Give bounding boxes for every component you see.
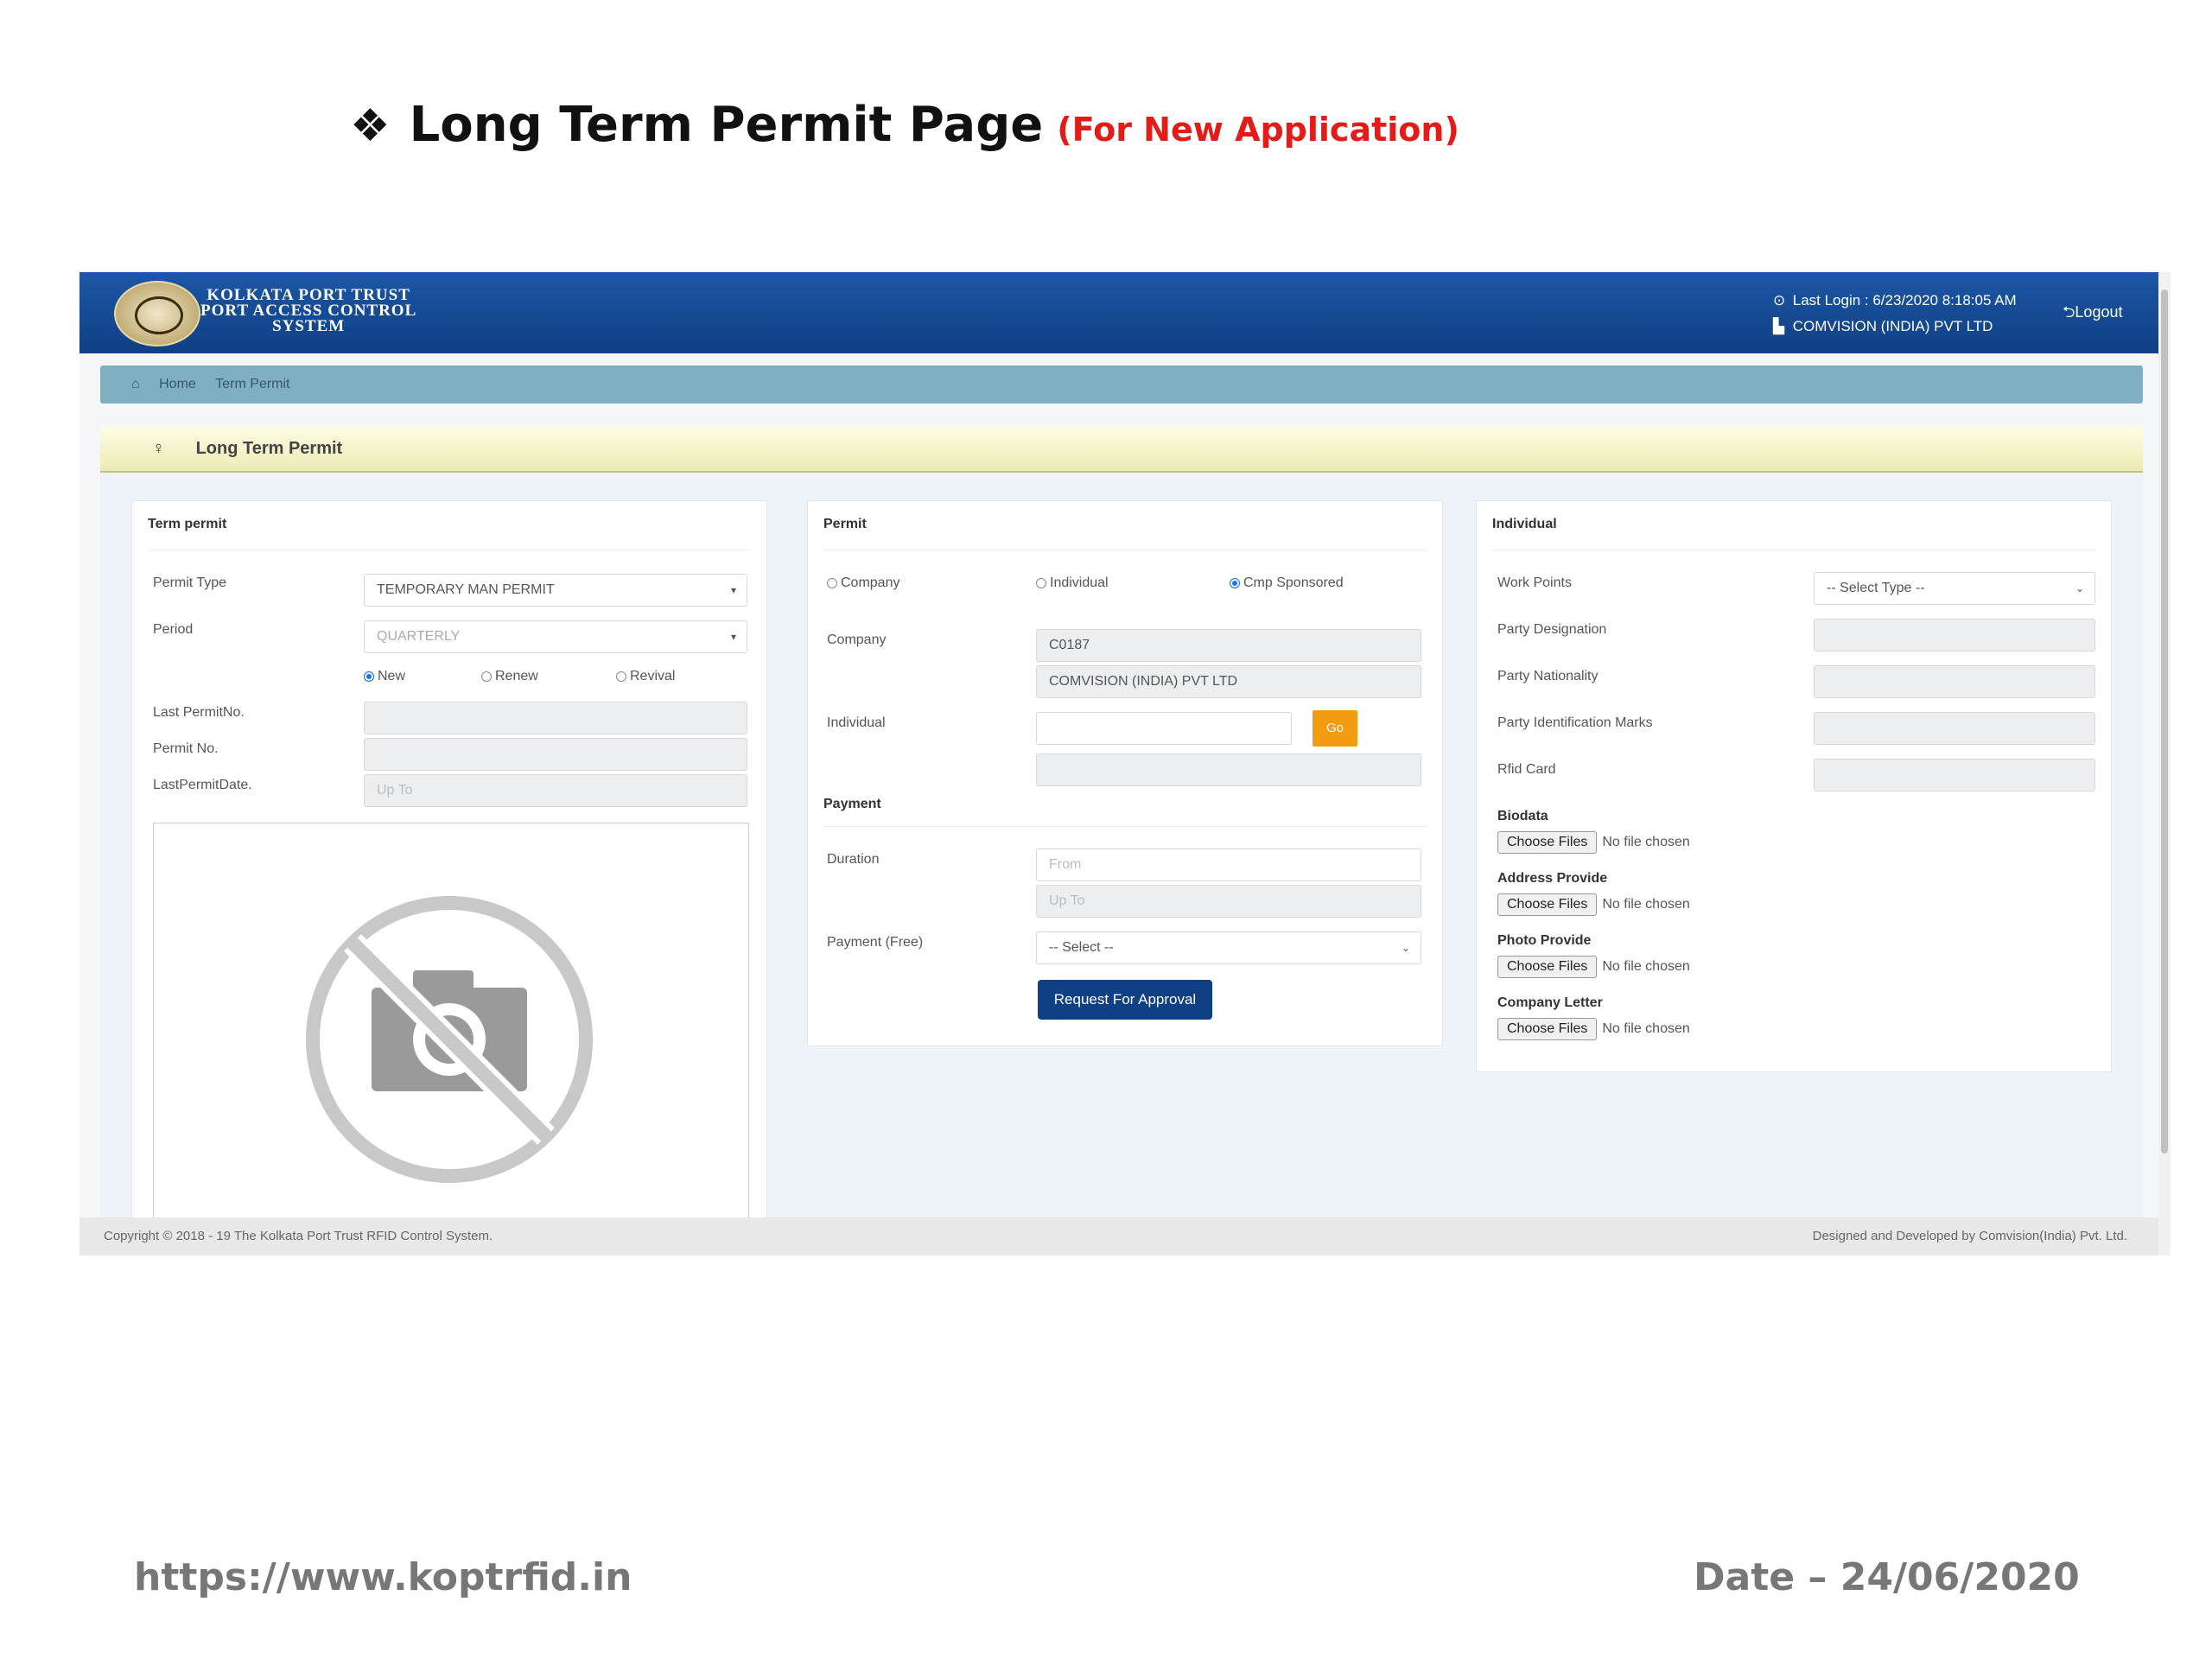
radio-company[interactable]: Company bbox=[827, 575, 899, 591]
last-permit-date-input[interactable]: Up To bbox=[364, 774, 747, 807]
breadcrumb-home[interactable]: ⌂ Home bbox=[116, 377, 196, 391]
address-provide-label: Address Provide bbox=[1497, 871, 1608, 886]
panel-title: ♀ Long Term Permit bbox=[100, 426, 2143, 473]
last-permit-date-label: LastPermitDate. bbox=[153, 778, 252, 792]
slide-url: https://www.koptrfid.in bbox=[134, 1555, 632, 1599]
biodata-label: Biodata bbox=[1497, 809, 1548, 823]
party-identification-input[interactable] bbox=[1814, 712, 2095, 745]
building-icon: ▙ bbox=[1773, 318, 1785, 334]
photo-file-input[interactable]: Choose Files No file chosen bbox=[1497, 956, 1690, 978]
individual-name-input[interactable] bbox=[1036, 753, 1421, 786]
rfid-card-input[interactable] bbox=[1814, 759, 2095, 791]
term-permit-card: Term permit Permit Type TEMPORARY MAN PE… bbox=[131, 500, 767, 1255]
app-window: KOLKATA PORT TRUST PORT ACCESS CONTROL S… bbox=[79, 272, 2158, 1255]
slide-title-text: Long Term Permit Page bbox=[409, 97, 1044, 153]
content-area: Term permit Permit Type TEMPORARY MAN PE… bbox=[100, 473, 2143, 1255]
page-scrollbar[interactable] bbox=[2158, 272, 2171, 1255]
breadcrumb: ⌂ Home Term Permit bbox=[100, 365, 2143, 404]
radio-revival[interactable]: Revival bbox=[616, 669, 675, 684]
photo-provide-label: Photo Provide bbox=[1497, 933, 1592, 948]
last-permit-no-input[interactable] bbox=[364, 702, 747, 734]
go-button[interactable]: Go bbox=[1313, 710, 1357, 747]
radio-cmp-sponsored[interactable]: Cmp Sponsored bbox=[1230, 575, 1344, 591]
address-file-input[interactable]: Choose Files No file chosen bbox=[1497, 893, 1690, 916]
individual-heading: Individual bbox=[1492, 517, 1557, 531]
app-header: KOLKATA PORT TRUST PORT ACCESS CONTROL S… bbox=[79, 272, 2158, 353]
request-for-approval-button[interactable]: Request For Approval bbox=[1038, 980, 1212, 1020]
chevron-down-icon: ⌄ bbox=[2075, 582, 2084, 594]
home-icon: ⌂ bbox=[131, 377, 140, 391]
no-photo-icon bbox=[306, 896, 593, 1183]
individual-label: Individual bbox=[827, 715, 886, 730]
login-info: ⊙ Last Login : 6/23/2020 8:18:05 AM ▙ CO… bbox=[1773, 288, 2017, 340]
party-designation-input[interactable] bbox=[1814, 619, 2095, 652]
permit-no-label: Permit No. bbox=[153, 741, 219, 756]
logout-icon: ⮌ bbox=[2063, 303, 2075, 321]
radio-individual[interactable]: Individual bbox=[1036, 575, 1109, 591]
rfid-card-label: Rfid Card bbox=[1497, 762, 1556, 777]
last-permit-no-label: Last PermitNo. bbox=[153, 705, 245, 720]
bullet-icon: ❖ bbox=[350, 100, 391, 152]
clock-icon: ⊙ bbox=[1773, 292, 1786, 308]
chevron-down-icon: ▾ bbox=[730, 584, 736, 596]
permit-type-label: Permit Type bbox=[153, 575, 227, 590]
chevron-down-icon: ▾ bbox=[730, 631, 736, 643]
duration-label: Duration bbox=[827, 852, 880, 867]
breadcrumb-current: Term Permit bbox=[215, 377, 290, 391]
chevron-down-icon: ⌄ bbox=[1401, 942, 1410, 954]
work-points-label: Work Points bbox=[1497, 575, 1572, 590]
period-select[interactable]: QUARTERLY ▾ bbox=[364, 620, 747, 653]
permit-heading: Permit bbox=[823, 517, 867, 531]
slide-subtitle: (For New Application) bbox=[1057, 111, 1459, 149]
user-icon: ♀ bbox=[152, 439, 165, 458]
photo-preview bbox=[153, 823, 749, 1255]
party-identification-label: Party Identification Marks bbox=[1497, 715, 1653, 730]
payment-heading: Payment bbox=[823, 797, 881, 811]
duration-from-input[interactable]: From bbox=[1036, 849, 1421, 881]
individual-card: Individual Work Points -- Select Type --… bbox=[1476, 500, 2112, 1072]
party-nationality-input[interactable] bbox=[1814, 665, 2095, 698]
company-text: COMVISION (INDIA) PVT LTD bbox=[1792, 318, 1993, 334]
footer-credit: Designed and Developed by Comvision(Indi… bbox=[1812, 1229, 2127, 1243]
company-letter-label: Company Letter bbox=[1497, 995, 1603, 1010]
company-label: Company bbox=[827, 632, 887, 647]
permit-type-select[interactable]: TEMPORARY MAN PERMIT ▾ bbox=[364, 574, 747, 607]
logout-link[interactable]: ⮌Logout bbox=[2063, 302, 2122, 327]
kolkata-port-logo-icon bbox=[114, 281, 200, 346]
payment-select[interactable]: -- Select -- ⌄ bbox=[1036, 931, 1421, 964]
radio-new[interactable]: New bbox=[364, 669, 405, 684]
company-letter-file-input[interactable]: Choose Files No file chosen bbox=[1497, 1018, 1690, 1040]
term-permit-heading: Term permit bbox=[148, 517, 227, 531]
slide-date: Date – 24/06/2020 bbox=[1694, 1555, 2080, 1599]
slide-title: ❖ Long Term Permit Page (For New Applica… bbox=[350, 97, 1459, 153]
app-footer: Copyright © 2018 - 19 The Kolkata Port T… bbox=[79, 1217, 2158, 1255]
duration-upto-input[interactable]: Up To bbox=[1036, 885, 1421, 918]
individual-input[interactable] bbox=[1036, 712, 1292, 745]
app-brand: KOLKATA PORT TRUST PORT ACCESS CONTROL S… bbox=[200, 286, 417, 335]
footer-copyright: Copyright © 2018 - 19 The Kolkata Port T… bbox=[104, 1229, 493, 1243]
period-label: Period bbox=[153, 622, 194, 637]
company-name-input[interactable]: COMVISION (INDIA) PVT LTD bbox=[1036, 665, 1421, 698]
last-login-text: Last Login : 6/23/2020 8:18:05 AM bbox=[1792, 292, 2017, 308]
party-designation-label: Party Designation bbox=[1497, 622, 1607, 637]
permit-no-input[interactable] bbox=[364, 738, 747, 771]
radio-renew[interactable]: Renew bbox=[481, 669, 538, 684]
party-nationality-label: Party Nationality bbox=[1497, 669, 1599, 683]
biodata-file-input[interactable]: Choose Files No file chosen bbox=[1497, 831, 1690, 854]
payment-free-label: Payment (Free) bbox=[827, 935, 924, 950]
work-points-select[interactable]: -- Select Type -- ⌄ bbox=[1814, 572, 2095, 605]
permit-card: Permit Company Individual Cmp Sponsored … bbox=[807, 500, 1443, 1046]
company-code-input[interactable]: C0187 bbox=[1036, 629, 1421, 662]
